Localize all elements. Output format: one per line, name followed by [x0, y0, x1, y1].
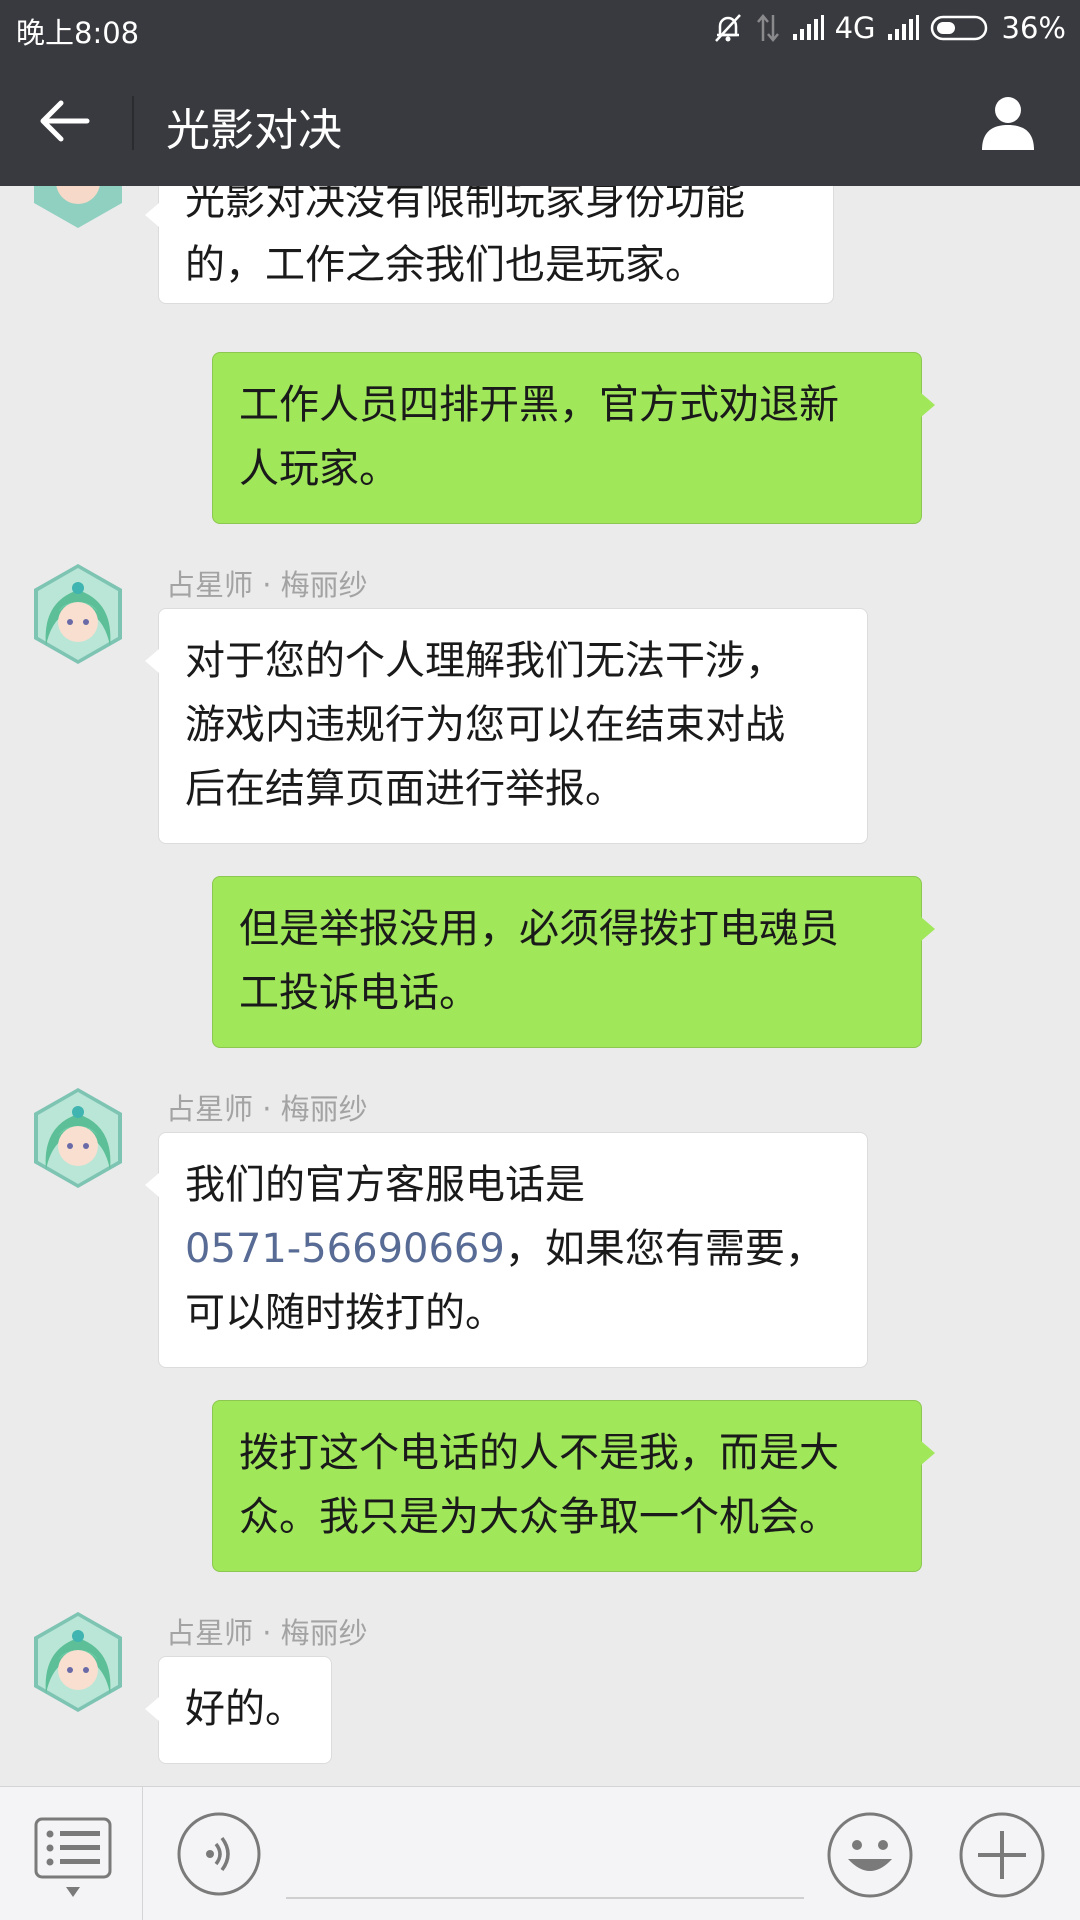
mute-icon [711, 11, 745, 45]
menu-list-icon [34, 1817, 112, 1897]
phone-link[interactable]: 0571-56690669 [185, 1226, 505, 1272]
message-bubble-outgoing[interactable]: 但是举报没用，必须得拨打电魂员 工投诉电话。 [212, 876, 935, 1048]
message-bubble-outgoing[interactable]: 工作人员四排开黑，官方式劝退新 人玩家。 [212, 352, 935, 524]
data-transfer-icon [755, 11, 781, 45]
back-button[interactable] [30, 86, 100, 156]
message-text-line: 0571-56690669，如果您有需要， [185, 1217, 841, 1281]
message-text: 对于您的个人理解我们无法干涉， [185, 638, 785, 684]
avatar[interactable] [32, 1610, 124, 1714]
message-text: 众。我只是为大众争取一个机会。 [239, 1494, 839, 1540]
chat-header: 光影对决 [0, 56, 1080, 186]
more-button[interactable] [958, 1811, 1046, 1899]
avatar[interactable] [32, 1086, 124, 1190]
message-bubble-outgoing[interactable]: 拨打这个电话的人不是我，而是大 众。我只是为大众争取一个机会。 [212, 1400, 935, 1572]
message-text: 工投诉电话。 [239, 970, 479, 1016]
avatar[interactable] [32, 186, 124, 230]
voice-icon [177, 1812, 261, 1896]
sender-name: 占星师 · 梅丽纱 [166, 568, 368, 602]
emoji-button[interactable] [826, 1811, 914, 1899]
input-bar [0, 1786, 1080, 1920]
message-text: 拨打这个电话的人不是我，而是大 [239, 1430, 839, 1476]
header-divider [132, 96, 134, 150]
message-text: 但是举报没用，必须得拨打电魂员 [239, 906, 839, 952]
battery-percent: 36% [1001, 11, 1066, 45]
message-input[interactable] [286, 1897, 804, 1899]
sender-name: 占星师 · 梅丽纱 [166, 1092, 368, 1126]
message-text: 光影对决没有限制玩家身份功能 [185, 186, 745, 224]
chat-title: 光影对决 [166, 105, 342, 156]
menu-button[interactable] [34, 1817, 112, 1903]
message-text: 我们的官方客服电话是 [185, 1162, 585, 1208]
status-icons: 4G 36% [711, 8, 1066, 48]
message-text: 人玩家。 [239, 446, 399, 492]
plus-icon [959, 1812, 1045, 1898]
avatar[interactable] [32, 562, 124, 666]
emoji-icon [827, 1812, 913, 1898]
message-text: 好的。 [185, 1686, 305, 1732]
person-icon [982, 97, 1034, 150]
status-time: 晚上8:08 [16, 16, 140, 50]
message-text: 可以随时拨打的。 [185, 1290, 505, 1336]
arrow-left-icon [40, 100, 90, 142]
signal-icon [886, 14, 920, 42]
message-text: 工作人员四排开黑，官方式劝退新 [239, 382, 839, 428]
message-text: 游戏内违规行为您可以在结束对战 [185, 702, 785, 748]
message-text: 的，工作之余我们也是玩家。 [185, 242, 705, 288]
status-bar: 晚上8:08 4G 36% [0, 0, 1080, 56]
message-text: 后在结算页面进行举报。 [185, 766, 625, 812]
chat-area[interactable]: 光影对决没有限制玩家身份功能 的，工作之余我们也是玩家。 工作人员四排开黑，官方… [0, 186, 1080, 1786]
voice-button[interactable] [176, 1811, 262, 1897]
message-bubble-incoming[interactable]: 我们的官方客服电话是 0571-56690669，如果您有需要， 可以随时拨打的… [145, 1132, 868, 1368]
message-bubble-incoming[interactable]: 光影对决没有限制玩家身份功能 的，工作之余我们也是玩家。 [145, 186, 834, 304]
battery-icon [930, 14, 992, 42]
message-bubble-incoming[interactable]: 对于您的个人理解我们无法干涉， 游戏内违规行为您可以在结束对战 后在结算页面进行… [145, 608, 868, 844]
input-bar-divider [142, 1787, 143, 1920]
message-text: ，如果您有需要， [504, 1226, 825, 1272]
message-bubble-incoming[interactable]: 好的。 [145, 1656, 332, 1764]
sender-name: 占星师 · 梅丽纱 [166, 1616, 368, 1650]
network-type: 4G [834, 11, 876, 45]
signal-icon [791, 14, 825, 42]
profile-button[interactable] [972, 86, 1044, 158]
